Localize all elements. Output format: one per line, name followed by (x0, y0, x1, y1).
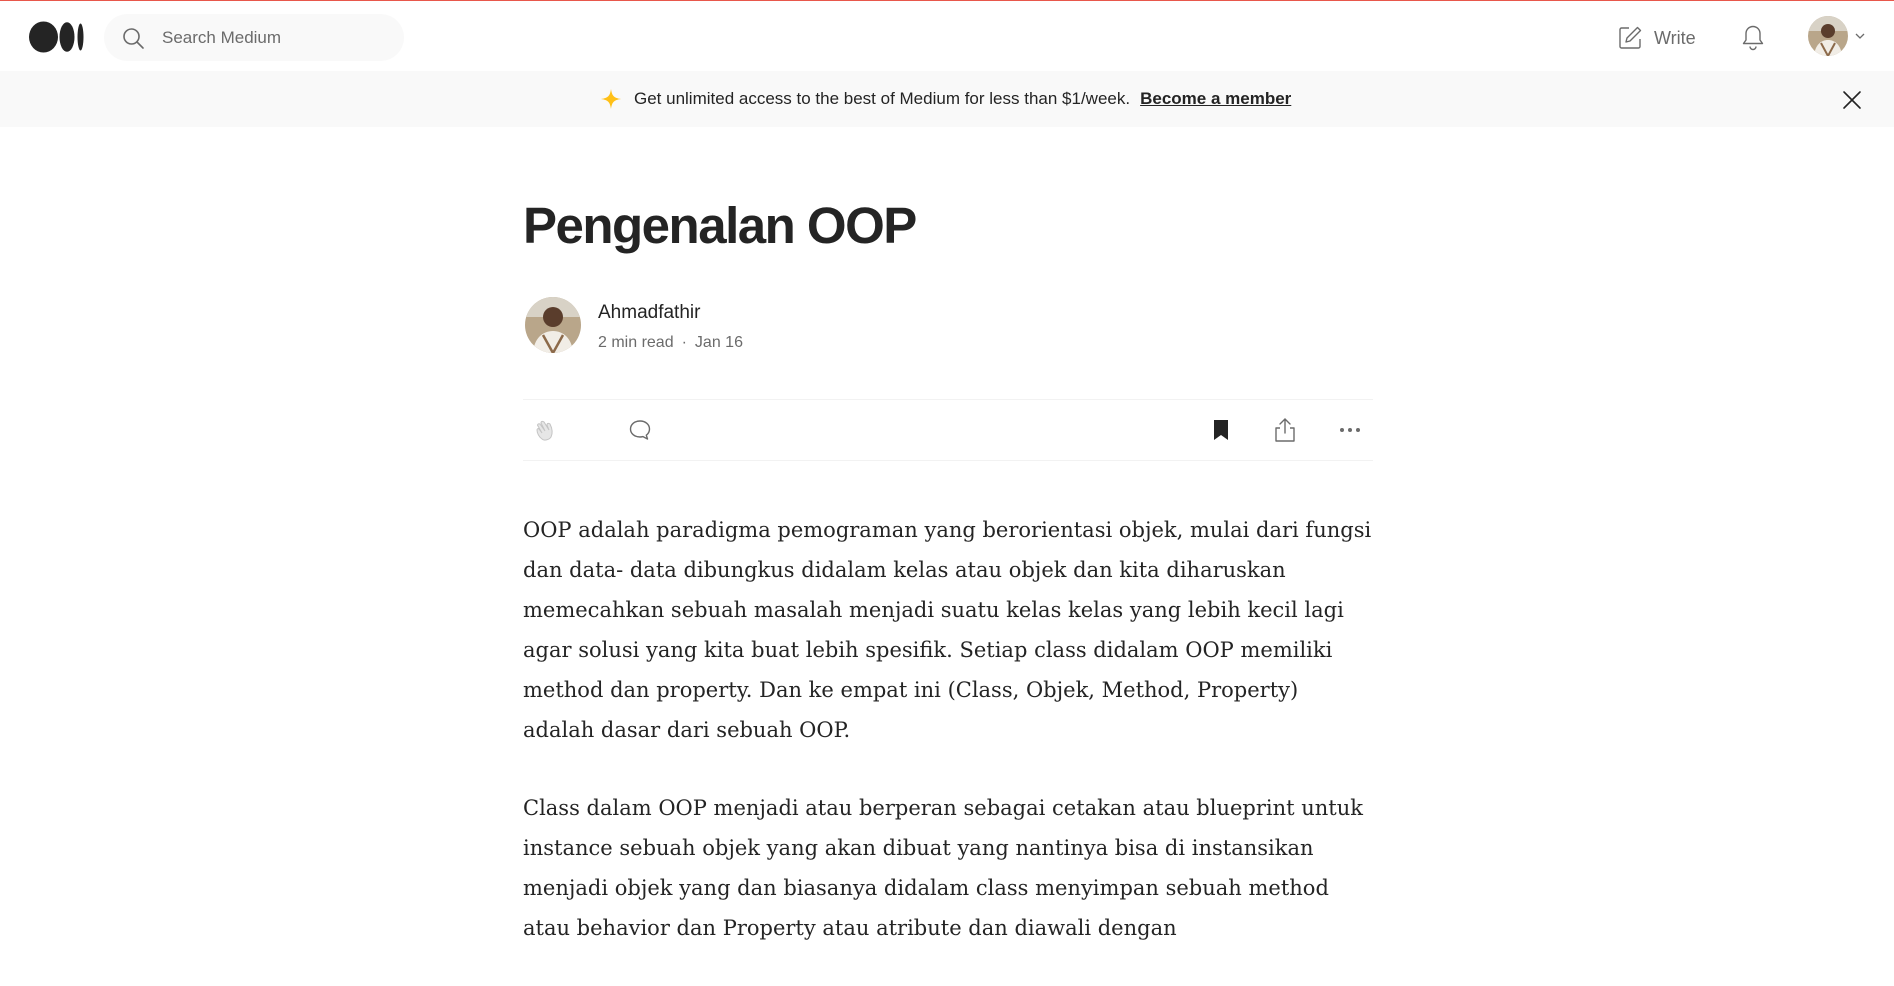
write-label: Write (1654, 27, 1696, 48)
close-icon[interactable] (1840, 88, 1864, 112)
publish-date: Jan 16 (694, 334, 743, 351)
meta-separator: · (681, 334, 687, 351)
search-icon (123, 28, 144, 49)
author-avatar[interactable] (525, 297, 581, 353)
clap-icon[interactable] (533, 416, 561, 444)
bell-icon[interactable] (1738, 22, 1768, 52)
membership-banner: Get unlimited access to the best of Medi… (0, 71, 1894, 127)
banner-text: Get unlimited access to the best of Medi… (634, 89, 1131, 108)
more-icon[interactable] (1336, 416, 1364, 444)
user-avatar[interactable] (1808, 16, 1848, 56)
become-member-link[interactable]: Become a member (1140, 89, 1291, 109)
banner-content: Get unlimited access to the best of Medi… (600, 71, 1291, 127)
medium-logo[interactable] (29, 21, 85, 53)
write-button[interactable]: Write (1616, 22, 1696, 54)
author-name[interactable]: Ahmadfathir (598, 302, 700, 324)
search-bar[interactable] (104, 14, 404, 61)
article-paragraph: OOP adalah paradigma pemograman yang ber… (523, 518, 1372, 742)
bookmark-icon[interactable] (1207, 416, 1235, 444)
search-input[interactable] (162, 14, 392, 61)
share-icon[interactable] (1271, 416, 1299, 444)
read-time: 2 min read (598, 334, 674, 351)
chevron-down-icon[interactable] (1854, 30, 1866, 42)
article-meta: 2 min read · Jan 16 (598, 334, 743, 352)
top-nav: Write (0, 1, 1894, 71)
article-title: Pengenalan OOP (523, 197, 917, 254)
comment-icon[interactable] (626, 416, 654, 444)
article-body: OOP adalah paradigma pemograman yang ber… (523, 510, 1373, 986)
article-paragraph: Class dalam OOP menjadi atau berperan se… (523, 796, 1363, 940)
write-icon (1619, 26, 1642, 49)
sparkle-icon (601, 89, 621, 109)
article-action-bar (523, 399, 1373, 461)
